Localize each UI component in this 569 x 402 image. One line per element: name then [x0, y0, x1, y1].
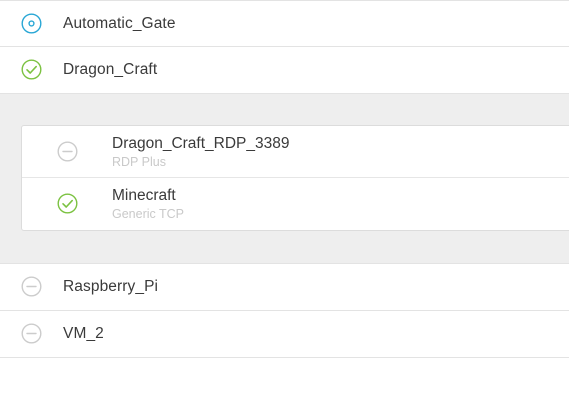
service-type: RDP Plus	[112, 155, 166, 169]
device-row-raspberry-pi[interactable]: Raspberry_Pi	[0, 264, 569, 311]
device-label: Automatic_Gate	[63, 15, 176, 32]
service-name: Minecraft	[112, 187, 176, 204]
device-label: VM_2	[63, 325, 104, 342]
services-card: Dragon_Craft_RDP_3389 RDP Plus Minecraft…	[21, 125, 569, 231]
expanded-services-panel: Dragon_Craft_RDP_3389 RDP Plus Minecraft…	[0, 94, 569, 264]
radio-target-icon	[21, 13, 42, 34]
check-circle-icon	[21, 59, 42, 80]
device-label: Raspberry_Pi	[63, 278, 159, 295]
device-row-dragon-craft[interactable]: Dragon_Craft	[0, 47, 569, 94]
minus-circle-icon	[21, 276, 42, 297]
service-name: Dragon_Craft_RDP_3389	[112, 135, 290, 152]
service-row-rdp[interactable]: Dragon_Craft_RDP_3389 RDP Plus	[22, 126, 569, 178]
check-circle-icon	[57, 193, 78, 214]
service-row-minecraft[interactable]: Minecraft Generic TCP	[22, 178, 569, 230]
device-list: Automatic_Gate Dragon_Craft Dragon_Craft…	[0, 0, 569, 358]
minus-circle-icon	[57, 141, 78, 162]
minus-circle-icon	[21, 323, 42, 344]
service-type: Generic TCP	[112, 207, 185, 221]
device-label: Dragon_Craft	[63, 61, 158, 78]
device-row-vm-2[interactable]: VM_2	[0, 311, 569, 358]
device-row-automatic-gate[interactable]: Automatic_Gate	[0, 0, 569, 47]
